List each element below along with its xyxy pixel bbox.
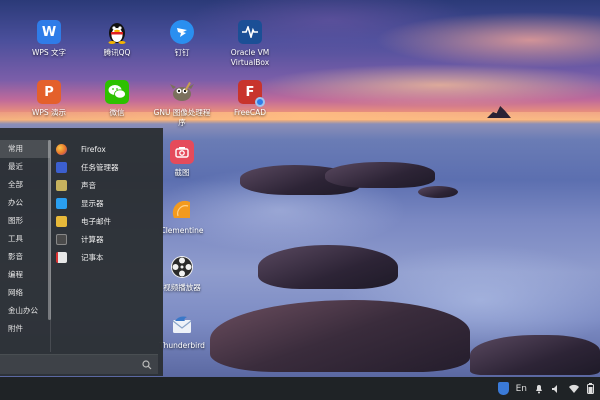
wps-presentation-icon: P <box>37 80 61 104</box>
category-item-accessories[interactable]: 附件 <box>0 320 50 338</box>
app-item-calculator[interactable]: 计算器 <box>56 230 156 248</box>
display-monitor-icon <box>56 197 67 209</box>
app-item-label: 显示器 <box>81 198 104 208</box>
sound-icon <box>56 179 67 191</box>
desktop-icon-label: Oracle VM VirtualBox <box>230 48 270 67</box>
app-item-label: 电子邮件 <box>81 216 111 226</box>
app-item-label: Firefox <box>81 144 106 154</box>
video-reel-icon <box>170 255 194 279</box>
volume-icon[interactable] <box>551 384 561 394</box>
freecad-icon: F <box>238 80 265 107</box>
category-item-frequent[interactable]: 常用 <box>0 140 50 158</box>
screenshot-camera-icon <box>170 140 194 164</box>
desktop-icon-wechat[interactable]: 微信 <box>85 80 149 118</box>
category-item-graphics[interactable]: 图形 <box>0 212 50 230</box>
calculator-icon <box>56 233 67 245</box>
desktop-icon-gimp[interactable]: GNU 图像处理程序 <box>150 80 214 128</box>
app-item-notepad[interactable]: 记事本 <box>56 248 156 266</box>
desktop-icon-label: 钉钉 <box>174 48 190 57</box>
desktop-icon-freecad[interactable]: F FreeCAD <box>218 80 282 118</box>
desktop-icon-label: GNU 图像处理程序 <box>153 108 211 127</box>
app-item-firefox[interactable]: Firefox <box>56 140 156 158</box>
category-scrollbar[interactable] <box>48 140 51 320</box>
task-manager-icon <box>56 161 67 173</box>
dingtalk-icon <box>170 20 194 44</box>
wechat-icon <box>105 80 129 104</box>
qq-penguin-icon <box>105 20 129 44</box>
network-wifi-icon[interactable] <box>568 384 580 394</box>
desktop-icon-wps-writer[interactable]: W WPS 文字 <box>17 20 81 58</box>
security-shield-icon[interactable] <box>497 382 509 395</box>
category-item-programming[interactable]: 编程 <box>0 266 50 284</box>
app-item-label: 计算器 <box>81 234 104 244</box>
desktop-icon-virtualbox[interactable]: Oracle VM VirtualBox <box>218 20 282 68</box>
desktop-icon-label: 微信 <box>109 108 125 117</box>
app-item-label: 任务管理器 <box>81 162 119 172</box>
battery-icon[interactable] <box>587 383 594 394</box>
desktop-icon-qq[interactable]: 腾讯QQ <box>85 20 149 58</box>
menu-search-input[interactable] <box>4 358 134 372</box>
notification-bell-icon[interactable] <box>534 384 544 394</box>
category-item-kingsoft-office[interactable]: 金山办公 <box>0 302 50 320</box>
app-item-label: 声音 <box>81 180 96 190</box>
category-item-office[interactable]: 办公 <box>0 194 50 212</box>
language-indicator[interactable]: En <box>516 384 527 394</box>
gimp-icon <box>170 80 194 104</box>
wps-writer-icon: W <box>37 20 61 44</box>
email-icon <box>56 215 67 227</box>
clementine-orange-icon <box>170 198 194 222</box>
app-item-email[interactable]: 电子邮件 <box>56 212 156 230</box>
thunderbird-icon <box>170 313 194 337</box>
category-item-recent[interactable]: 最近 <box>0 158 50 176</box>
system-tray: En <box>497 377 594 400</box>
category-item-media[interactable]: 影音 <box>0 248 50 266</box>
category-item-all[interactable]: 全部 <box>0 176 50 194</box>
app-item-label: 记事本 <box>81 252 104 262</box>
desktop-icon-wps-presentation[interactable]: P WPS 演示 <box>17 80 81 118</box>
notepad-icon <box>56 251 67 263</box>
menu-search-bar[interactable] <box>0 354 158 374</box>
desktop-icon-label: 腾讯QQ <box>103 48 131 57</box>
firefox-icon <box>56 143 67 155</box>
category-item-tools[interactable]: 工具 <box>0 230 50 248</box>
search-icon <box>142 360 152 370</box>
app-item-display[interactable]: 显示器 <box>56 194 156 212</box>
category-list: 常用 最近 全部 办公 图形 工具 影音 编程 网络 金山办公 附件 <box>0 140 50 338</box>
app-item-sound[interactable]: 声音 <box>56 176 156 194</box>
category-item-network[interactable]: 网络 <box>0 284 50 302</box>
desktop-icon-label: WPS 文字 <box>31 48 67 57</box>
virtualbox-icon <box>238 20 262 44</box>
desktop-icon-dingtalk[interactable]: 钉钉 <box>150 20 214 58</box>
desktop-icon-label: FreeCAD <box>233 108 267 117</box>
desktop-icon-label: WPS 演示 <box>31 108 67 117</box>
app-list: Firefox 任务管理器 声音 显示器 电子邮件 计算器 记事本 <box>56 140 156 266</box>
start-menu: 常用 最近 全部 办公 图形 工具 影音 编程 网络 金山办公 附件 Firef… <box>0 128 163 376</box>
app-item-task-manager[interactable]: 任务管理器 <box>56 158 156 176</box>
taskbar: En <box>0 377 600 400</box>
